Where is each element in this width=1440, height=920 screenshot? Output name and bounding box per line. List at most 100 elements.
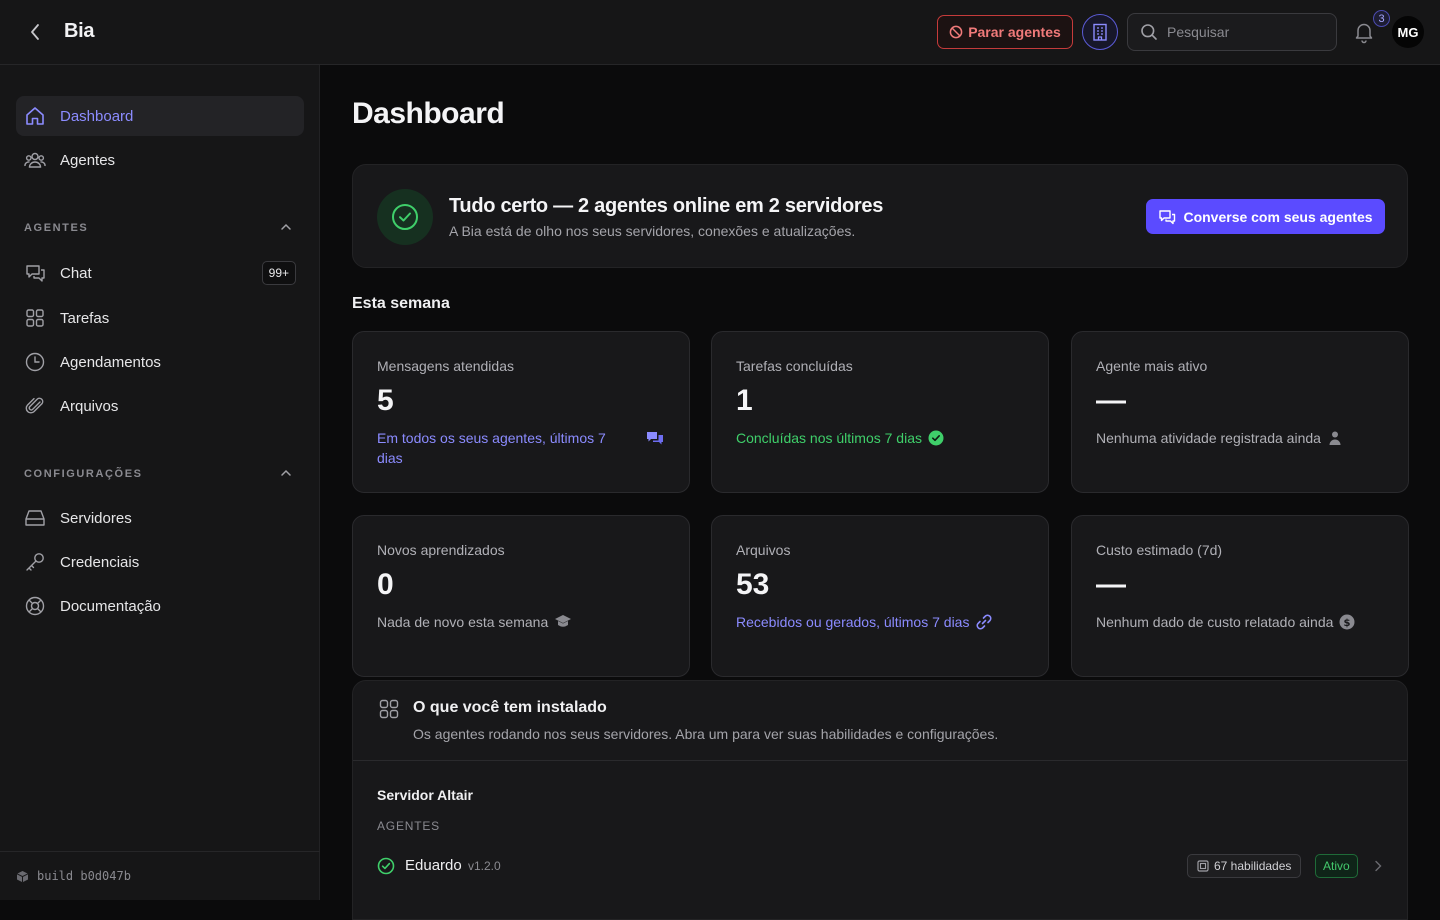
status-card: Tudo certo — 2 agentes online em 2 servi… bbox=[352, 164, 1408, 268]
skills-badge: 67 habilidades bbox=[1187, 854, 1302, 878]
divider bbox=[353, 760, 1407, 761]
organization-button[interactable] bbox=[1082, 14, 1118, 50]
stat-footnote: Nenhuma atividade registrada ainda bbox=[1096, 428, 1343, 448]
agent-version: v1.2.0 bbox=[468, 859, 501, 873]
agents-label: AGENTES bbox=[377, 819, 440, 833]
sidebar-item-label: Dashboard bbox=[60, 107, 134, 125]
check-circle-icon bbox=[377, 189, 433, 245]
stat-value: 0 bbox=[377, 568, 394, 601]
building-icon bbox=[1090, 22, 1110, 42]
sidebar-item-label: Credenciais bbox=[60, 553, 140, 571]
agent-name: Eduardo bbox=[405, 857, 462, 874]
sidebar-item-label: Agendamentos bbox=[60, 353, 161, 371]
search-input[interactable] bbox=[1167, 24, 1317, 40]
sidebar: Dashboard Agentes AGENTES Chat 99+ Taref… bbox=[0, 65, 320, 900]
grid-icon bbox=[379, 699, 399, 719]
agents-section-collapse-button[interactable] bbox=[278, 219, 294, 235]
stat-label: Novos aprendizados bbox=[377, 542, 505, 558]
stat-label: Mensagens atendidas bbox=[377, 358, 514, 374]
search-box[interactable] bbox=[1127, 13, 1337, 51]
notification-count-badge: 3 bbox=[1373, 10, 1390, 27]
stat-footnote: Nada de novo esta semana bbox=[377, 612, 572, 632]
stat-label: Agente mais ativo bbox=[1096, 358, 1208, 374]
chip-icon bbox=[1197, 860, 1209, 872]
chat-with-agents-button[interactable]: Converse com seus agentes bbox=[1146, 199, 1385, 234]
stat-card-files[interactable]: Arquivos 53 Recebidos ou gerados, último… bbox=[711, 515, 1049, 677]
stat-footnote: Em todos os seus agentes, últimos 7 dias bbox=[377, 428, 667, 468]
back-button[interactable] bbox=[24, 20, 46, 44]
top-bar: Bia Parar agentes 3 MG bbox=[0, 0, 1440, 65]
chat-with-agents-label: Converse com seus agentes bbox=[1183, 208, 1373, 225]
app-title: Bia bbox=[64, 20, 95, 42]
sidebar-item-documentacao[interactable]: Documentação bbox=[16, 586, 304, 626]
graduation-icon bbox=[554, 614, 572, 630]
chevron-right-icon bbox=[1371, 859, 1385, 873]
grid-icon bbox=[24, 307, 46, 329]
build-info: build b0d047b bbox=[0, 851, 320, 900]
status-badge: Ativo bbox=[1315, 854, 1358, 878]
stat-label: Tarefas concluídas bbox=[736, 358, 853, 374]
stat-label: Custo estimado (7d) bbox=[1096, 542, 1223, 558]
sidebar-item-tarefas[interactable]: Tarefas bbox=[16, 298, 304, 338]
installed-panel: O que você tem instalado Os agentes roda… bbox=[352, 680, 1408, 920]
settings-section-collapse-button[interactable] bbox=[278, 465, 294, 481]
sidebar-item-chat[interactable]: Chat 99+ bbox=[16, 253, 304, 293]
check-circle-icon bbox=[928, 430, 944, 446]
stat-footnote-text: Nenhuma atividade registrada ainda bbox=[1096, 430, 1321, 446]
dollar-icon: $ bbox=[1339, 614, 1355, 630]
stat-card-cost[interactable]: Custo estimado (7d) — Nenhum dado de cus… bbox=[1071, 515, 1409, 677]
sidebar-item-label: Tarefas bbox=[60, 309, 110, 327]
sidebar-item-agentes[interactable]: Agentes bbox=[16, 140, 304, 180]
svg-text:$: $ bbox=[1344, 618, 1351, 629]
stat-value: — bbox=[1096, 384, 1126, 417]
skills-count: 67 habilidades bbox=[1214, 859, 1292, 873]
cube-icon bbox=[16, 870, 29, 883]
build-label: build b0d047b bbox=[37, 869, 131, 883]
stat-footnote-text: Nada de novo esta semana bbox=[377, 614, 549, 630]
ban-icon bbox=[949, 25, 963, 39]
installed-subtitle: Os agentes rodando nos seus servidores. … bbox=[413, 726, 999, 742]
stop-agents-button[interactable]: Parar agentes bbox=[937, 15, 1073, 49]
stat-footnote: Concluídas nos últimos 7 dias bbox=[736, 428, 944, 448]
stat-value: 1 bbox=[736, 384, 753, 417]
agents-section-label: AGENTES bbox=[24, 222, 89, 234]
notifications-button[interactable] bbox=[1352, 20, 1376, 44]
server-name: Servidor Altair bbox=[377, 787, 473, 803]
link-icon bbox=[975, 613, 993, 631]
bell-icon bbox=[1352, 20, 1376, 44]
stat-card-learnings[interactable]: Novos aprendizados 0 Nada de novo esta s… bbox=[352, 515, 690, 677]
status-title: Tudo certo — 2 agentes online em 2 servi… bbox=[449, 195, 884, 217]
server-icon bbox=[24, 507, 46, 529]
sidebar-item-arquivos[interactable]: Arquivos bbox=[16, 386, 304, 426]
sidebar-item-label: Documentação bbox=[60, 597, 161, 615]
chevron-left-icon bbox=[29, 23, 41, 41]
sidebar-item-dashboard[interactable]: Dashboard bbox=[16, 96, 304, 136]
sidebar-item-servidores[interactable]: Servidores bbox=[16, 498, 304, 538]
user-avatar[interactable]: MG bbox=[1392, 16, 1424, 48]
lifebuoy-icon bbox=[24, 595, 46, 617]
stop-agents-label: Parar agentes bbox=[968, 24, 1061, 40]
chat-count-badge: 99+ bbox=[261, 261, 296, 285]
stat-value: 53 bbox=[736, 568, 770, 601]
search-icon bbox=[1140, 23, 1158, 41]
person-icon bbox=[1327, 430, 1343, 446]
stat-card-tasks[interactable]: Tarefas concluídas 1 Concluídas nos últi… bbox=[711, 331, 1049, 493]
agent-row[interactable]: Eduardo v1.2.0 67 habilidades Ativo bbox=[369, 849, 1393, 883]
status-subtitle: A Bia está de olho nos seus servidores, … bbox=[449, 223, 856, 239]
chevron-up-icon bbox=[278, 219, 294, 235]
stat-label: Arquivos bbox=[736, 542, 791, 558]
sidebar-item-label: Arquivos bbox=[60, 397, 119, 415]
messages-icon bbox=[645, 430, 665, 448]
sidebar-item-credenciais[interactable]: Credenciais bbox=[16, 542, 304, 582]
week-section-label: Esta semana bbox=[352, 295, 450, 312]
check-circle-icon bbox=[377, 857, 395, 875]
home-icon bbox=[24, 105, 46, 127]
chat-icon bbox=[24, 262, 46, 284]
page-title: Dashboard bbox=[352, 97, 505, 130]
stat-card-messages[interactable]: Mensagens atendidas 5 Em todos os seus a… bbox=[352, 331, 690, 493]
sidebar-item-agendamentos[interactable]: Agendamentos bbox=[16, 342, 304, 382]
key-icon bbox=[24, 551, 46, 573]
stat-card-most-active-agent[interactable]: Agente mais ativo — Nenhuma atividade re… bbox=[1071, 331, 1409, 493]
installed-title: O que você tem instalado bbox=[413, 699, 607, 716]
clock-icon bbox=[24, 351, 46, 373]
